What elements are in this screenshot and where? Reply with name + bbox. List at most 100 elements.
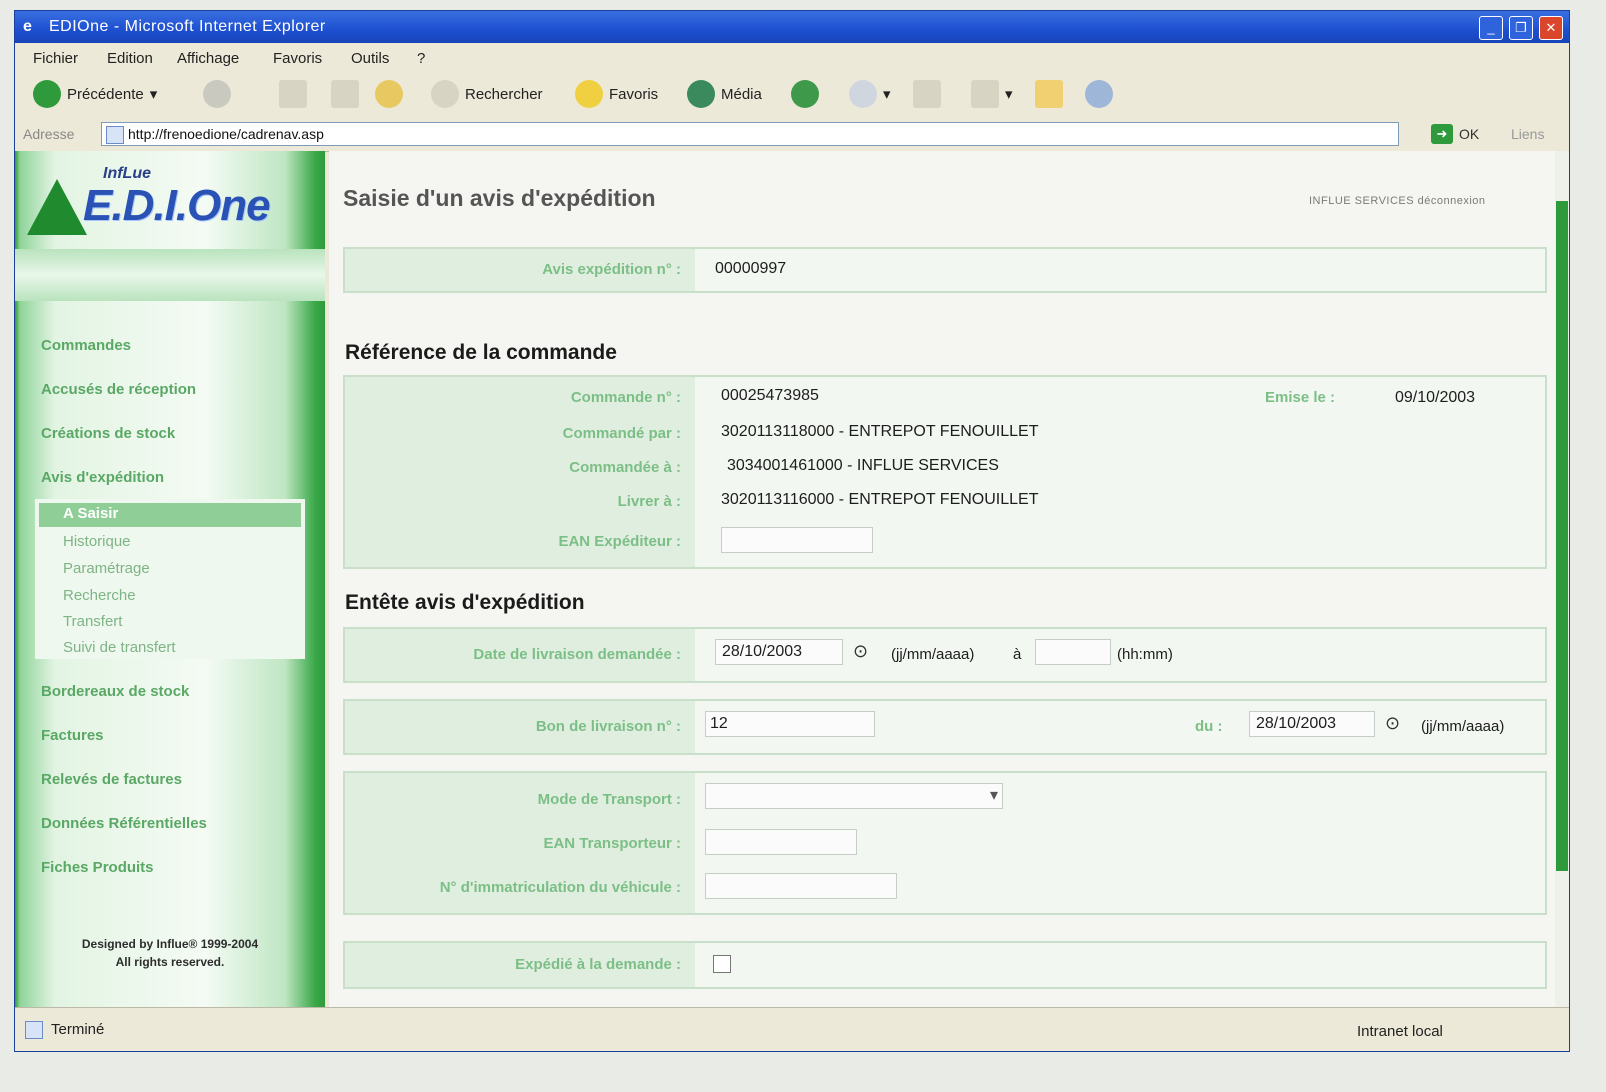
- ean-transporteur-input[interactable]: [705, 829, 857, 855]
- back-arrow-icon: [33, 80, 61, 108]
- sidebar-item-fiches-produits[interactable]: Fiches Produits: [41, 859, 154, 876]
- submenu-item-a-saisir[interactable]: A Saisir: [63, 505, 118, 522]
- commande-value: 00025473985: [721, 387, 819, 404]
- links-label[interactable]: Liens: [1511, 126, 1544, 142]
- media-label: Média: [721, 85, 762, 103]
- go-button[interactable]: ➜ OK: [1431, 124, 1479, 144]
- menu-bar: Fichier Edition Affichage Favoris Outils…: [15, 43, 1569, 72]
- toolbar: Précédente ▾ Rechercher Favoris Média ▾ …: [15, 71, 1569, 118]
- sidebar-item-commandes[interactable]: Commandes: [41, 337, 131, 354]
- dropdown-arrow-icon: ▾: [149, 86, 158, 103]
- favorites-button[interactable]: Favoris: [575, 79, 658, 109]
- sidebar-item-avis-expedition[interactable]: Avis d'expédition: [41, 469, 164, 486]
- home-icon: [375, 80, 403, 108]
- ean-expediteur-input[interactable]: [721, 527, 873, 553]
- immatriculation-input[interactable]: [705, 873, 897, 899]
- vertical-scrollbar[interactable]: [1555, 151, 1569, 1007]
- refresh-button[interactable]: [331, 79, 359, 109]
- menu-outils[interactable]: Outils: [351, 50, 389, 67]
- stop-button[interactable]: [279, 79, 307, 109]
- search-button[interactable]: Rechercher: [431, 79, 543, 109]
- date-format-hint: (jj/mm/aaaa): [891, 646, 975, 663]
- bon-livraison-input[interactable]: 12: [705, 711, 875, 737]
- search-icon: [431, 80, 459, 108]
- messenger-button[interactable]: [1085, 79, 1113, 109]
- main-content: Saisie d'un avis d'expédition INFLUE SER…: [329, 151, 1555, 1007]
- commande-par-label: Commandé par :: [562, 425, 681, 442]
- status-bar: Terminé Intranet local: [15, 1007, 1569, 1051]
- edit-button[interactable]: ▾: [971, 79, 1013, 109]
- media-icon: [687, 80, 715, 108]
- address-label: Adresse: [23, 126, 75, 142]
- sidebar-item-bordereaux[interactable]: Bordereaux de stock: [41, 683, 189, 700]
- menu-affichage[interactable]: Affichage: [177, 50, 239, 67]
- submenu-item-parametrage[interactable]: Paramétrage: [63, 560, 150, 577]
- calendar-icon[interactable]: ⊙: [1385, 713, 1400, 734]
- submenu-item-recherche[interactable]: Recherche: [63, 587, 136, 604]
- copyright: Designed by Influe® 1999-2004 All rights…: [15, 935, 325, 971]
- mail-dropdown-icon: ▾: [883, 86, 891, 103]
- sidebar-item-creations-stock[interactable]: Créations de stock: [41, 425, 175, 442]
- submenu-item-suivi-transfert[interactable]: Suivi de transfert: [63, 639, 176, 656]
- folder-button[interactable]: [1035, 79, 1063, 109]
- back-button[interactable]: Précédente ▾: [33, 79, 157, 109]
- close-button[interactable]: ✕: [1539, 16, 1563, 40]
- sidebar-item-releves[interactable]: Relevés de factures: [41, 771, 182, 788]
- immatriculation-label: N° d'immatriculation du véhicule :: [439, 879, 681, 896]
- mode-transport-label: Mode de Transport :: [537, 791, 681, 808]
- user-session-info[interactable]: INFLUE SERVICES déconnexion: [1309, 195, 1486, 207]
- status-text: Terminé: [51, 1021, 105, 1038]
- mail-button[interactable]: ▾: [849, 79, 891, 109]
- menu-fichier[interactable]: Fichier: [33, 50, 78, 67]
- time-format-hint: (hh:mm): [1117, 646, 1173, 663]
- submenu-item-transfert[interactable]: Transfert: [63, 613, 122, 630]
- mode-transport-select[interactable]: ▾: [705, 783, 1003, 809]
- livrer-a-value: 3020113116000 - ENTREPOT FENOUILLET: [721, 491, 1039, 508]
- logo-triangle-icon: [27, 179, 87, 235]
- logo-wordmark: E.D.I.One: [83, 181, 271, 230]
- page-icon: [106, 126, 124, 144]
- heure-livraison-input[interactable]: [1035, 639, 1111, 665]
- commandee-a-label: Commandée à :: [569, 459, 681, 476]
- url-text: http://frenoedione/cadrenav.asp: [128, 126, 324, 142]
- mail-icon: [849, 80, 877, 108]
- minimize-button[interactable]: _: [1479, 16, 1503, 40]
- sidebar-item-donnees-ref[interactable]: Données Référentielles: [41, 815, 207, 832]
- title-bar: e EDIOne - Microsoft Internet Explorer _…: [15, 11, 1569, 43]
- history-icon: [791, 80, 819, 108]
- search-label: Rechercher: [465, 85, 543, 103]
- forward-arrow-icon: [203, 80, 231, 108]
- sidebar-item-factures[interactable]: Factures: [41, 727, 104, 744]
- ean-transporteur-label: EAN Transporteur :: [543, 835, 681, 852]
- history-button[interactable]: [791, 79, 819, 109]
- forward-button[interactable]: [203, 79, 231, 109]
- bon-date-format-hint: (jj/mm/aaaa): [1421, 718, 1505, 735]
- messenger-icon: [1085, 80, 1113, 108]
- menu-edition[interactable]: Edition: [107, 50, 153, 67]
- calendar-icon[interactable]: ⊙: [853, 641, 868, 662]
- print-button[interactable]: [913, 79, 941, 109]
- expedie-demande-checkbox[interactable]: [713, 955, 731, 973]
- url-input[interactable]: http://frenoedione/cadrenav.asp: [101, 122, 1399, 146]
- bon-date-input[interactable]: 28/10/2003: [1249, 711, 1375, 737]
- go-arrow-icon: ➜: [1431, 124, 1453, 144]
- date-livraison-input[interactable]: 28/10/2003: [715, 639, 843, 665]
- sidebar-band: [15, 249, 325, 301]
- media-button[interactable]: Média: [687, 79, 762, 109]
- bon-date-value: 28/10/2003: [1256, 715, 1337, 732]
- scrollbar-thumb[interactable]: [1556, 201, 1568, 871]
- menu-favoris[interactable]: Favoris: [273, 50, 322, 67]
- menu-help[interactable]: ?: [417, 50, 425, 67]
- submenu-item-historique[interactable]: Historique: [63, 533, 131, 550]
- entete-section-heading: Entête avis d'expédition: [345, 591, 585, 614]
- page-title: Saisie d'un avis d'expédition: [343, 185, 656, 211]
- dropdown-arrow-icon: ▾: [989, 787, 998, 804]
- edit-dropdown-icon: ▾: [1005, 86, 1013, 103]
- bon-livraison-label: Bon de livraison n° :: [535, 718, 681, 735]
- emise-label: Emise le :: [1265, 389, 1336, 406]
- maximize-button[interactable]: ❐: [1509, 16, 1533, 40]
- commande-label: Commande n° :: [570, 389, 681, 406]
- home-button[interactable]: [375, 79, 403, 109]
- sidebar-item-accuses[interactable]: Accusés de réception: [41, 381, 196, 398]
- ref-panel: Commande n° : 00025473985 Emise le : 09/…: [343, 375, 1547, 569]
